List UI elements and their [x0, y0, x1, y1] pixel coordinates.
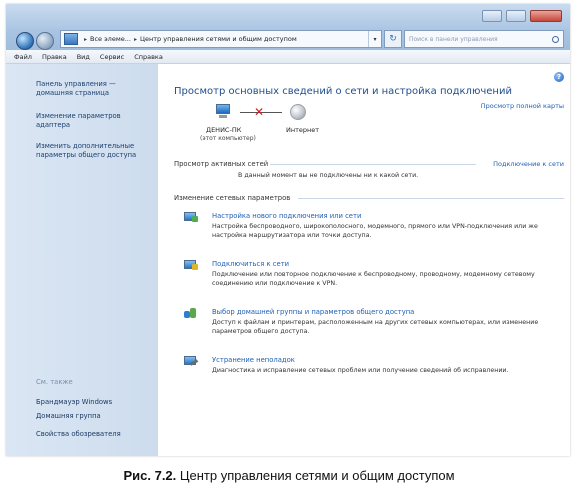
- no-connection-text: В данный момент вы не подключены ни к ка…: [238, 172, 419, 179]
- help-icon[interactable]: ?: [554, 72, 564, 82]
- chevron-down-icon[interactable]: ▾: [368, 31, 381, 47]
- figure-caption-text: Центр управления сетями и общим доступом: [179, 468, 455, 483]
- maximize-button[interactable]: [506, 10, 526, 22]
- menu-edit[interactable]: Правка: [42, 53, 67, 61]
- chevron-right-icon: ▸: [84, 35, 88, 43]
- refresh-button[interactable]: ↻: [384, 30, 402, 48]
- task-title-link[interactable]: Подключиться к сети: [212, 260, 289, 268]
- menu-view[interactable]: Вид: [77, 53, 90, 61]
- window-controls: [482, 10, 562, 22]
- sidebar: Панель управления — домашняя страница Из…: [6, 64, 158, 456]
- minimize-button[interactable]: [482, 10, 502, 22]
- active-networks-heading: Просмотр активных сетей: [174, 160, 269, 168]
- troubleshoot-icon: [184, 356, 199, 368]
- address-bar[interactable]: ▸ Все элеме... ▸ Центр управления сетями…: [60, 30, 382, 48]
- search-icon[interactable]: [552, 35, 559, 43]
- forward-button[interactable]: [36, 32, 54, 50]
- chevron-right-icon: ▸: [133, 35, 137, 43]
- search-input[interactable]: Поиск в панели управления: [404, 30, 564, 48]
- sidebar-item-homegroup[interactable]: Домашняя группа: [36, 412, 154, 421]
- title-bar: ▸ Все элеме... ▸ Центр управления сетями…: [6, 4, 570, 50]
- breadcrumb-all-items[interactable]: Все элеме...: [90, 35, 131, 43]
- homegroup-icon: [184, 308, 198, 320]
- back-button[interactable]: [16, 32, 34, 50]
- computer-name: ДЕНИС-ПК: [206, 126, 242, 134]
- sidebar-item-firewall[interactable]: Брандмауэр Windows: [36, 398, 154, 407]
- close-button[interactable]: [530, 10, 562, 22]
- full-map-link[interactable]: Просмотр полной карты: [481, 102, 564, 110]
- figure-label: Рис. 7.2.: [123, 468, 177, 483]
- figure-caption: Рис. 7.2. Центр управления сетями и общи…: [0, 468, 578, 483]
- task-title-link[interactable]: Выбор домашней группы и параметров общег…: [212, 308, 414, 316]
- computer-icon: [214, 104, 232, 120]
- sidebar-item-home[interactable]: Панель управления — домашняя страница: [36, 80, 154, 98]
- task-title-link[interactable]: Настройка нового подключения или сети: [212, 212, 361, 220]
- connect-to-network-link[interactable]: Подключение к сети: [493, 160, 564, 168]
- task-title-link[interactable]: Устранение неполадок: [212, 356, 295, 364]
- task-description: Диагностика и исправление сетевых пробле…: [212, 367, 509, 374]
- new-connection-icon: [184, 212, 198, 224]
- network-map: ✕ ДЕНИС-ПК (этот компьютер) Интернет: [196, 104, 396, 148]
- task-description: Настройка беспроводного, широкополосного…: [212, 223, 538, 239]
- menu-help[interactable]: Справка: [134, 53, 163, 61]
- breadcrumb-network-center[interactable]: Центр управления сетями и общим доступом: [140, 35, 297, 43]
- disconnected-x-icon: ✕: [254, 105, 265, 119]
- divider: [270, 164, 476, 165]
- computer-subtitle: (этот компьютер): [200, 135, 256, 142]
- sidebar-item-internet-options[interactable]: Свойства обозревателя: [36, 430, 154, 439]
- main-panel: ? Просмотр основных сведений о сети и на…: [158, 64, 570, 456]
- search-placeholder: Поиск в панели управления: [409, 35, 498, 43]
- internet-label: Интернет: [286, 126, 320, 134]
- divider: [298, 198, 564, 199]
- menu-bar: Файл Правка Вид Сервис Справка: [6, 50, 570, 64]
- sidebar-item-adapter-settings[interactable]: Изменение параметров адаптера: [36, 112, 154, 130]
- internet-globe-icon: [290, 104, 306, 120]
- menu-tools[interactable]: Сервис: [100, 53, 124, 61]
- window-screenshot: ▸ Все элеме... ▸ Центр управления сетями…: [6, 4, 570, 456]
- see-also-heading: См. также: [36, 378, 73, 386]
- menu-file[interactable]: Файл: [14, 53, 32, 61]
- change-settings-heading: Изменение сетевых параметров: [174, 194, 291, 202]
- refresh-icon: ↻: [389, 34, 397, 44]
- task-description: Подключение или повторное подключение к …: [212, 271, 535, 287]
- control-panel-icon: [64, 33, 78, 45]
- task-description: Доступ к файлам и принтерам, расположенн…: [212, 319, 539, 335]
- page-title: Просмотр основных сведений о сети и наст…: [174, 86, 512, 97]
- connect-network-icon: [184, 260, 198, 272]
- sidebar-item-sharing-settings[interactable]: Изменить дополнительные параметры общего…: [36, 142, 154, 160]
